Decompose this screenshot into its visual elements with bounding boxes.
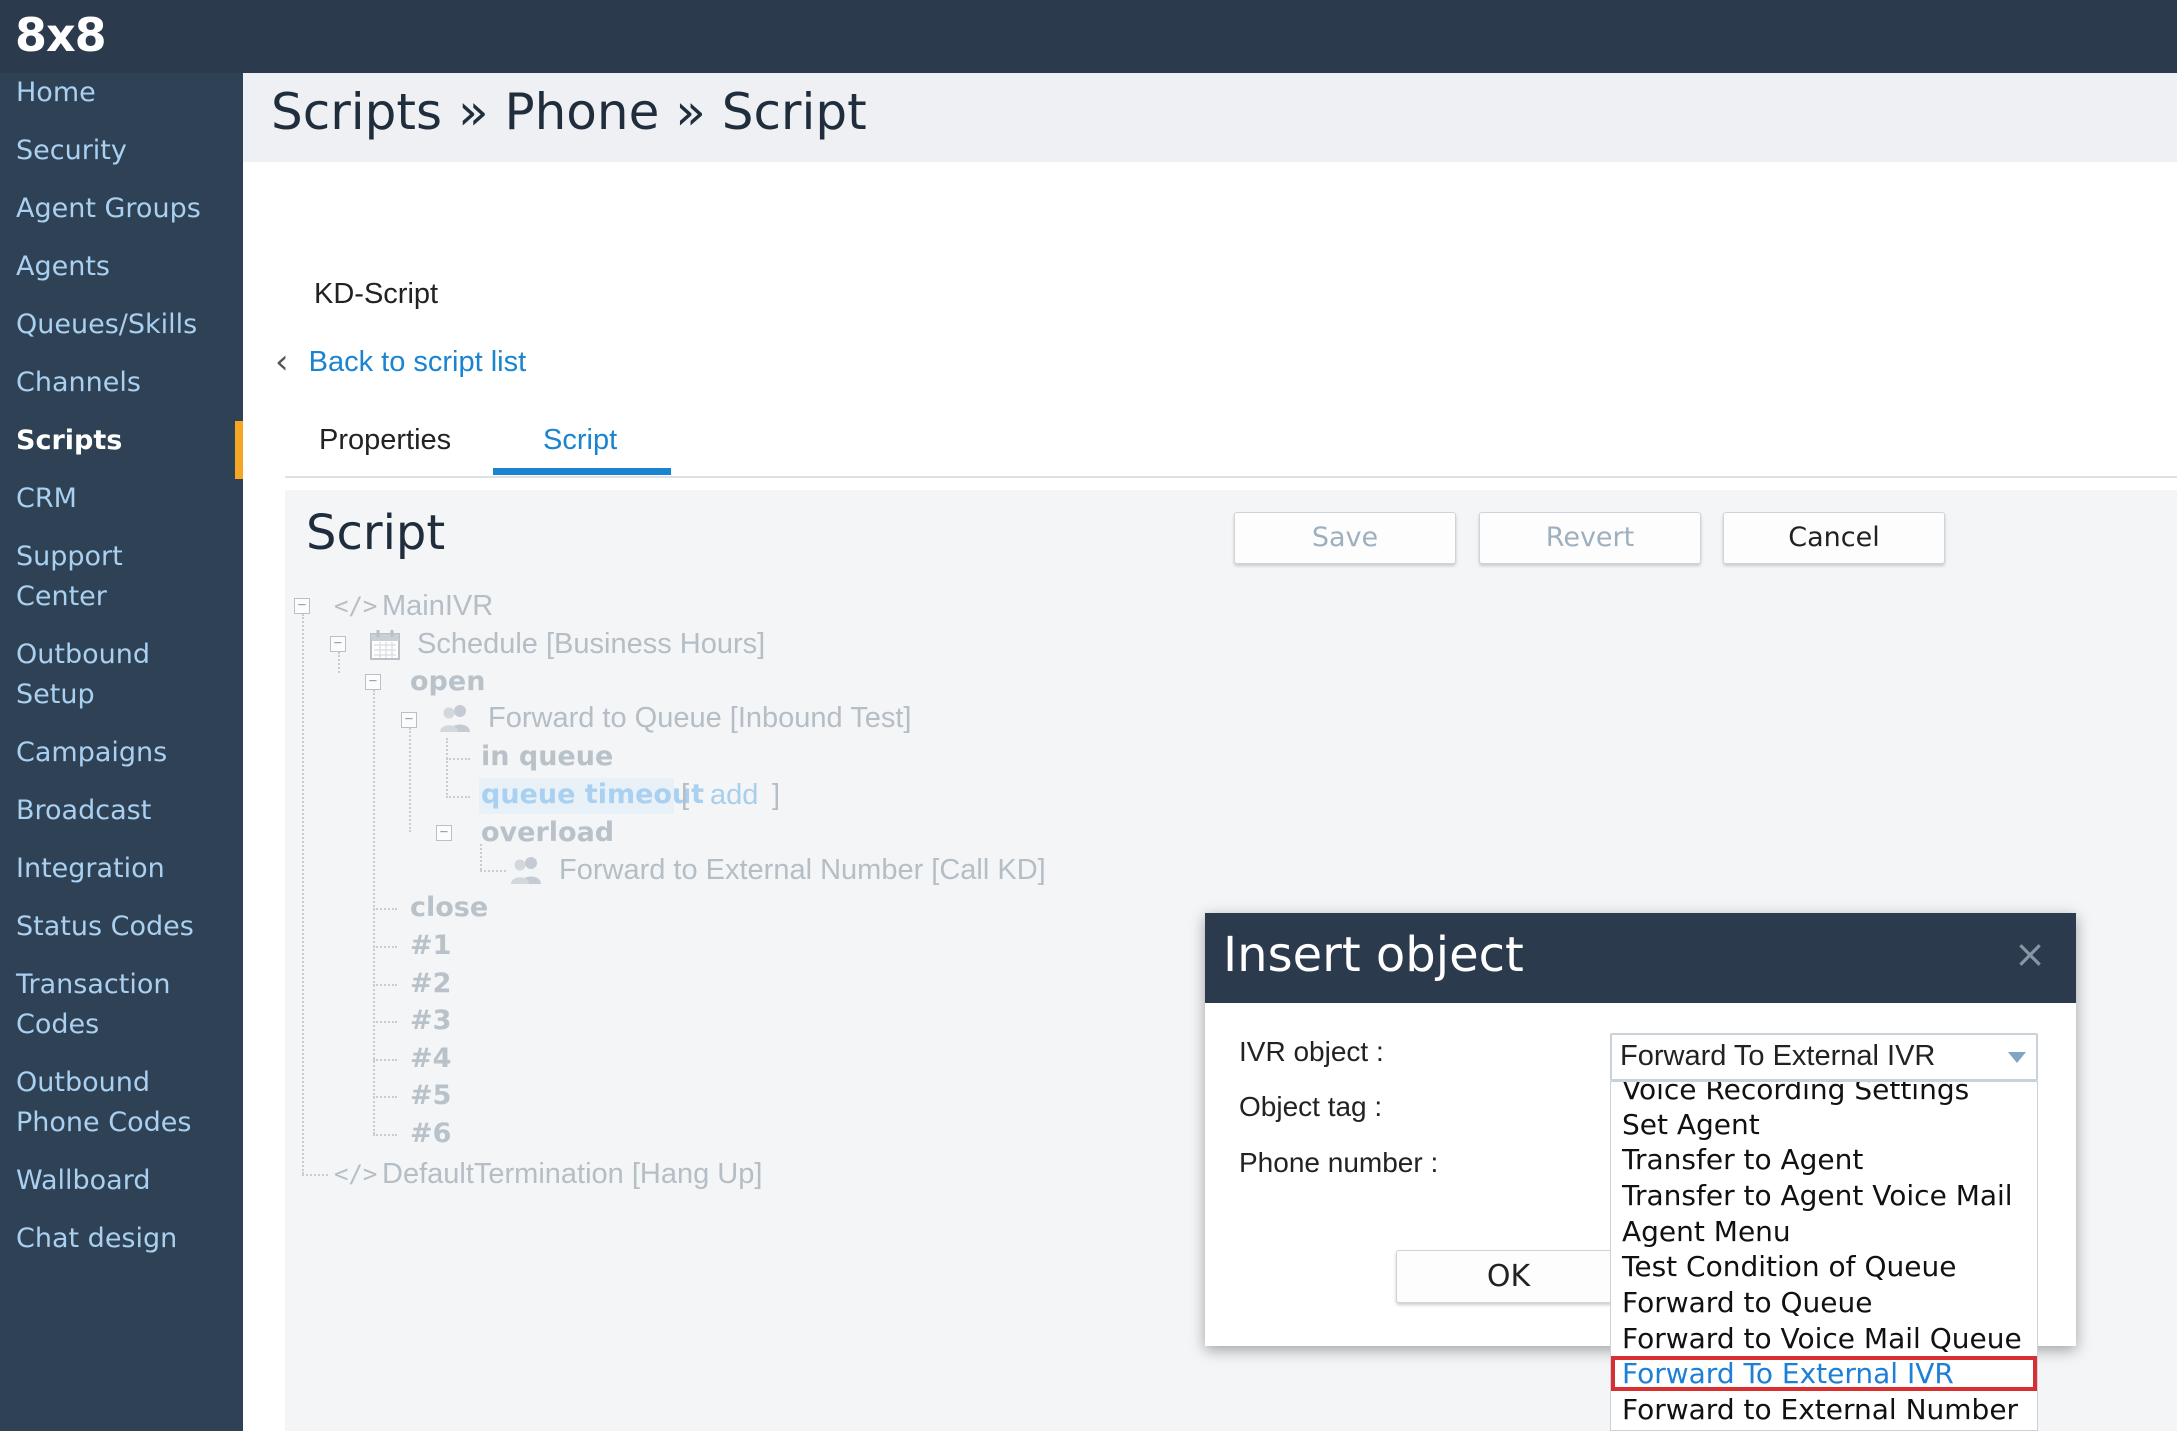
- tree-node-open[interactable]: open: [410, 664, 485, 700]
- top-bar: 8x8: [0, 0, 2177, 73]
- active-tab-indicator: [493, 468, 671, 475]
- app-logo[interactable]: 8x8: [15, 8, 107, 62]
- sidebar-item-crm[interactable]: CRM: [16, 479, 238, 519]
- page-title: Scripts » Phone » Script: [271, 83, 867, 141]
- tree-node-schedule[interactable]: Schedule [Business Hours]: [417, 626, 765, 662]
- tree-node-key-1[interactable]: #1: [410, 928, 451, 964]
- page-header: Scripts » Phone » Script: [243, 73, 2177, 162]
- sidebar-item-security[interactable]: Security: [16, 131, 238, 171]
- sidebar-active-indicator: [235, 421, 243, 479]
- sidebar: Home Security Agent Groups Agents Queues…: [0, 73, 243, 1431]
- tab-properties[interactable]: Properties: [319, 424, 451, 457]
- tree-node-key-5[interactable]: #5: [410, 1078, 451, 1114]
- back-to-script-list-link[interactable]: ‹ Back to script list: [275, 345, 526, 379]
- add-link[interactable]: add: [710, 777, 758, 813]
- chevron-down-icon: [2008, 1052, 2026, 1063]
- add-bracket-close: ]: [772, 779, 781, 811]
- sidebar-item-home[interactable]: Home: [16, 73, 238, 113]
- save-button[interactable]: Save: [1234, 512, 1456, 564]
- dropdown-option[interactable]: Forward to Voice Mail Queue: [1611, 1321, 2037, 1356]
- tab-divider: [285, 476, 2177, 478]
- close-icon[interactable]: ×: [2014, 935, 2046, 973]
- tree-node-overload[interactable]: overload: [481, 815, 614, 851]
- dropdown-option[interactable]: Set Agent: [1611, 1107, 2037, 1142]
- dialog-title: Insert object: [1223, 927, 1524, 983]
- sidebar-item-channels[interactable]: Channels: [16, 363, 238, 403]
- ivr-object-select[interactable]: Forward To External IVR: [1610, 1033, 2038, 1081]
- tree-node-in-queue[interactable]: in queue: [481, 739, 613, 775]
- chevron-left-icon: ‹: [275, 342, 289, 382]
- phone-number-label: Phone number :: [1239, 1147, 1439, 1178]
- dropdown-option[interactable]: Transfer to Agent Voice Mail: [1611, 1178, 2037, 1213]
- ivr-object-dropdown-list[interactable]: Voice Recording Settings Set Agent Trans…: [1610, 1081, 2038, 1431]
- object-tag-label: Object tag :: [1239, 1091, 1383, 1122]
- revert-button[interactable]: Revert: [1479, 512, 1701, 564]
- tree-node-key-4[interactable]: #4: [410, 1041, 451, 1077]
- sidebar-item-transaction-codes[interactable]: Transaction Codes: [16, 965, 238, 1045]
- tree-node-close[interactable]: close: [410, 890, 488, 926]
- tree-node-key-6[interactable]: #6: [410, 1116, 451, 1152]
- tab-script[interactable]: Script: [543, 424, 617, 457]
- sidebar-item-scripts[interactable]: Scripts: [16, 421, 238, 461]
- dropdown-option[interactable]: Voice Recording Settings: [1611, 1082, 2037, 1107]
- tree-node-forward-to-external-number[interactable]: Forward to External Number [Call KD]: [559, 852, 1046, 888]
- ivr-object-label: IVR object :: [1239, 1036, 1384, 1067]
- tree-node-key-3[interactable]: #3: [410, 1003, 451, 1039]
- editor-title: Script: [306, 505, 446, 561]
- back-link-label: Back to script list: [308, 345, 527, 378]
- dropdown-option[interactable]: Test Condition of Queue: [1611, 1249, 2037, 1284]
- dialog-header: Insert object ×: [1205, 913, 2076, 1003]
- dropdown-option[interactable]: Transfer to Agent: [1611, 1142, 2037, 1177]
- add-bracket-open: [: [681, 779, 690, 811]
- ok-button[interactable]: OK: [1396, 1250, 1621, 1303]
- sidebar-item-queues-skills[interactable]: Queues/Skills: [16, 305, 238, 345]
- sidebar-item-broadcast[interactable]: Broadcast: [16, 791, 238, 831]
- tree-node-default-termination[interactable]: DefaultTermination [Hang Up]: [382, 1156, 762, 1192]
- tree-node-main-ivr[interactable]: MainIVR: [382, 588, 493, 624]
- sidebar-item-agent-groups[interactable]: Agent Groups: [16, 189, 238, 229]
- tree-node-queue-timeout[interactable]: queue timeout: [481, 777, 704, 813]
- sidebar-item-chat-design[interactable]: Chat design: [16, 1219, 238, 1259]
- tree-node-key-2[interactable]: #2: [410, 966, 451, 1002]
- sidebar-item-agents[interactable]: Agents: [16, 247, 238, 287]
- sidebar-item-integration[interactable]: Integration: [16, 849, 238, 889]
- sidebar-item-wallboard[interactable]: Wallboard: [16, 1161, 238, 1201]
- dropdown-option[interactable]: Forward to External Number: [1611, 1392, 2037, 1427]
- dropdown-option[interactable]: Forward to Queue: [1611, 1285, 2037, 1320]
- sidebar-item-campaigns[interactable]: Campaigns: [16, 733, 238, 773]
- script-name: KD-Script: [314, 278, 439, 310]
- dropdown-option-highlighted[interactable]: Forward To External IVR: [1611, 1356, 2037, 1391]
- sidebar-item-status-codes[interactable]: Status Codes: [16, 907, 238, 947]
- sidebar-item-outbound-phone-codes[interactable]: Outbound Phone Codes: [16, 1063, 238, 1143]
- sidebar-item-outbound-setup[interactable]: Outbound Setup: [16, 635, 238, 715]
- dropdown-option[interactable]: Agent Menu: [1611, 1214, 2037, 1249]
- tree-node-forward-to-queue[interactable]: Forward to Queue [Inbound Test]: [488, 700, 911, 736]
- cancel-button[interactable]: Cancel: [1723, 512, 1945, 564]
- ivr-object-selected-value: Forward To External IVR: [1620, 1040, 1936, 1072]
- sidebar-item-support-center[interactable]: Support Center: [16, 537, 238, 617]
